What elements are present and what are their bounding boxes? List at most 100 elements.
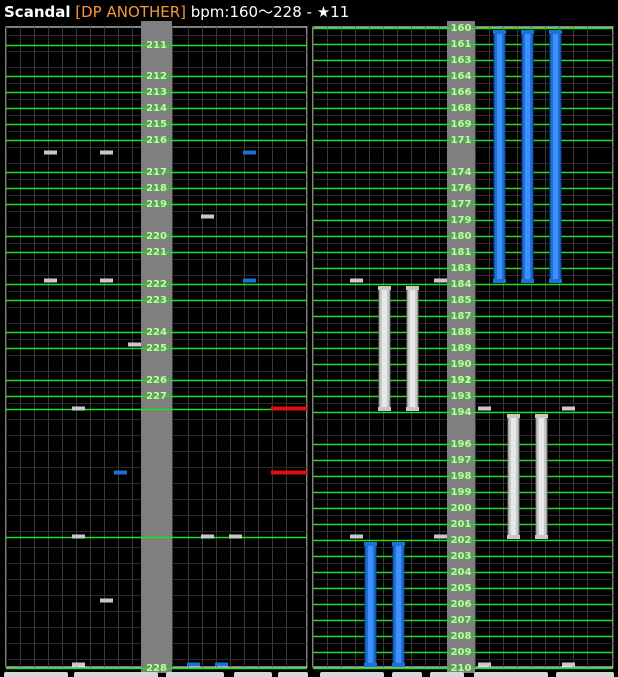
note <box>128 342 141 347</box>
scratch-note <box>271 406 307 411</box>
note <box>562 662 575 667</box>
measure-number: 188 <box>451 327 472 338</box>
measure-number: 196 <box>451 439 472 450</box>
long-note-tail <box>406 407 419 411</box>
note <box>434 534 447 539</box>
measure-number: 181 <box>451 247 472 258</box>
measure-number: 163 <box>451 55 472 66</box>
long-note-shine <box>368 545 373 665</box>
measure-number: 213 <box>146 87 167 98</box>
measure-number: 194 <box>451 407 472 418</box>
measure-number: 209 <box>451 647 472 658</box>
bottom-strip-tab <box>278 672 308 677</box>
measure-number: 200 <box>451 503 472 514</box>
measure-number: 204 <box>451 567 472 578</box>
measure-number: 179 <box>451 215 472 226</box>
note <box>243 150 256 155</box>
measure-number: 198 <box>451 471 472 482</box>
measure-number: 207 <box>451 615 472 626</box>
note <box>72 662 85 667</box>
note <box>350 534 363 539</box>
long-note-head <box>507 414 520 418</box>
measure-number: 187 <box>451 311 472 322</box>
measure-number: 206 <box>451 599 472 610</box>
chart-panel-right: 160 161 163 164 166 168 169 171 174 176 177 179 180 1… <box>312 21 614 674</box>
scratch-note <box>271 470 307 475</box>
note <box>44 278 57 283</box>
long-note-tail <box>535 535 548 539</box>
measure-number: 197 <box>451 455 472 466</box>
note <box>100 150 113 155</box>
measure-number: 189 <box>451 343 472 354</box>
note <box>478 406 491 411</box>
measure-number: 214 <box>146 103 167 114</box>
measure-number: 205 <box>451 583 472 594</box>
long-note-head <box>535 414 548 418</box>
measure-number: 166 <box>451 87 472 98</box>
long-note-shine <box>511 417 516 537</box>
bottom-strip-tab <box>320 672 384 677</box>
long-note-shine <box>396 545 401 665</box>
bottom-strip-tab <box>392 672 422 677</box>
measure-number: 215 <box>146 119 167 130</box>
bottom-strip-tab <box>474 672 548 677</box>
chart-viewer: 211 212 213 214 215 216 217 218 219 220 221 222 223 2… <box>4 21 614 677</box>
measure-number: 199 <box>451 487 472 498</box>
note <box>100 598 113 603</box>
long-note-shine <box>553 33 558 281</box>
measure-number: 227 <box>146 391 167 402</box>
measure-number: 222 <box>146 279 167 290</box>
note <box>562 406 575 411</box>
measure-number: 201 <box>451 519 472 530</box>
long-note-head <box>521 30 534 34</box>
note <box>350 278 363 283</box>
measure-number: 176 <box>451 183 472 194</box>
note <box>201 214 214 219</box>
measure-number: 208 <box>451 631 472 642</box>
long-note-tail <box>549 279 562 283</box>
bottom-strip-tab <box>166 672 224 677</box>
measure-number: 203 <box>451 551 472 562</box>
long-note-head <box>549 30 562 34</box>
measure-number: 168 <box>451 103 472 114</box>
measure-number: 174 <box>451 167 472 178</box>
long-note-shine <box>382 289 387 409</box>
measure-number: 217 <box>146 167 167 178</box>
measure-number: 183 <box>451 263 472 274</box>
measure-number: 169 <box>451 119 472 130</box>
note <box>72 406 85 411</box>
note <box>114 470 127 475</box>
long-note-tail <box>521 279 534 283</box>
measure-number: 226 <box>146 375 167 386</box>
measure-number: 211 <box>146 40 167 51</box>
long-note-tail <box>392 663 405 667</box>
measure-number: 184 <box>451 279 472 290</box>
measure-number: 202 <box>451 535 472 546</box>
long-note-head <box>493 30 506 34</box>
measure-number: 177 <box>451 199 472 210</box>
measure-number: 180 <box>451 231 472 242</box>
measure-number: 218 <box>146 183 167 194</box>
measure-number: 221 <box>146 247 167 258</box>
long-note-shine <box>525 33 530 281</box>
long-note-tail <box>493 279 506 283</box>
long-note-shine <box>497 33 502 281</box>
long-note-head <box>406 286 419 290</box>
bottom-strip-tab <box>74 672 158 677</box>
measure-number: 190 <box>451 359 472 370</box>
long-note-shine <box>410 289 415 409</box>
measure-number: 219 <box>146 199 167 210</box>
bottom-strip-tab <box>556 672 614 677</box>
measure-number: 185 <box>451 295 472 306</box>
bottom-strip-tab <box>4 672 68 677</box>
note <box>44 150 57 155</box>
note <box>187 662 200 667</box>
measure-number: 216 <box>146 135 167 146</box>
measure-number: 220 <box>146 231 167 242</box>
note <box>229 534 242 539</box>
note <box>243 278 256 283</box>
measure-number: 193 <box>451 391 472 402</box>
measure-number: 224 <box>146 327 167 338</box>
note <box>434 278 447 283</box>
measure-number: 223 <box>146 295 167 306</box>
